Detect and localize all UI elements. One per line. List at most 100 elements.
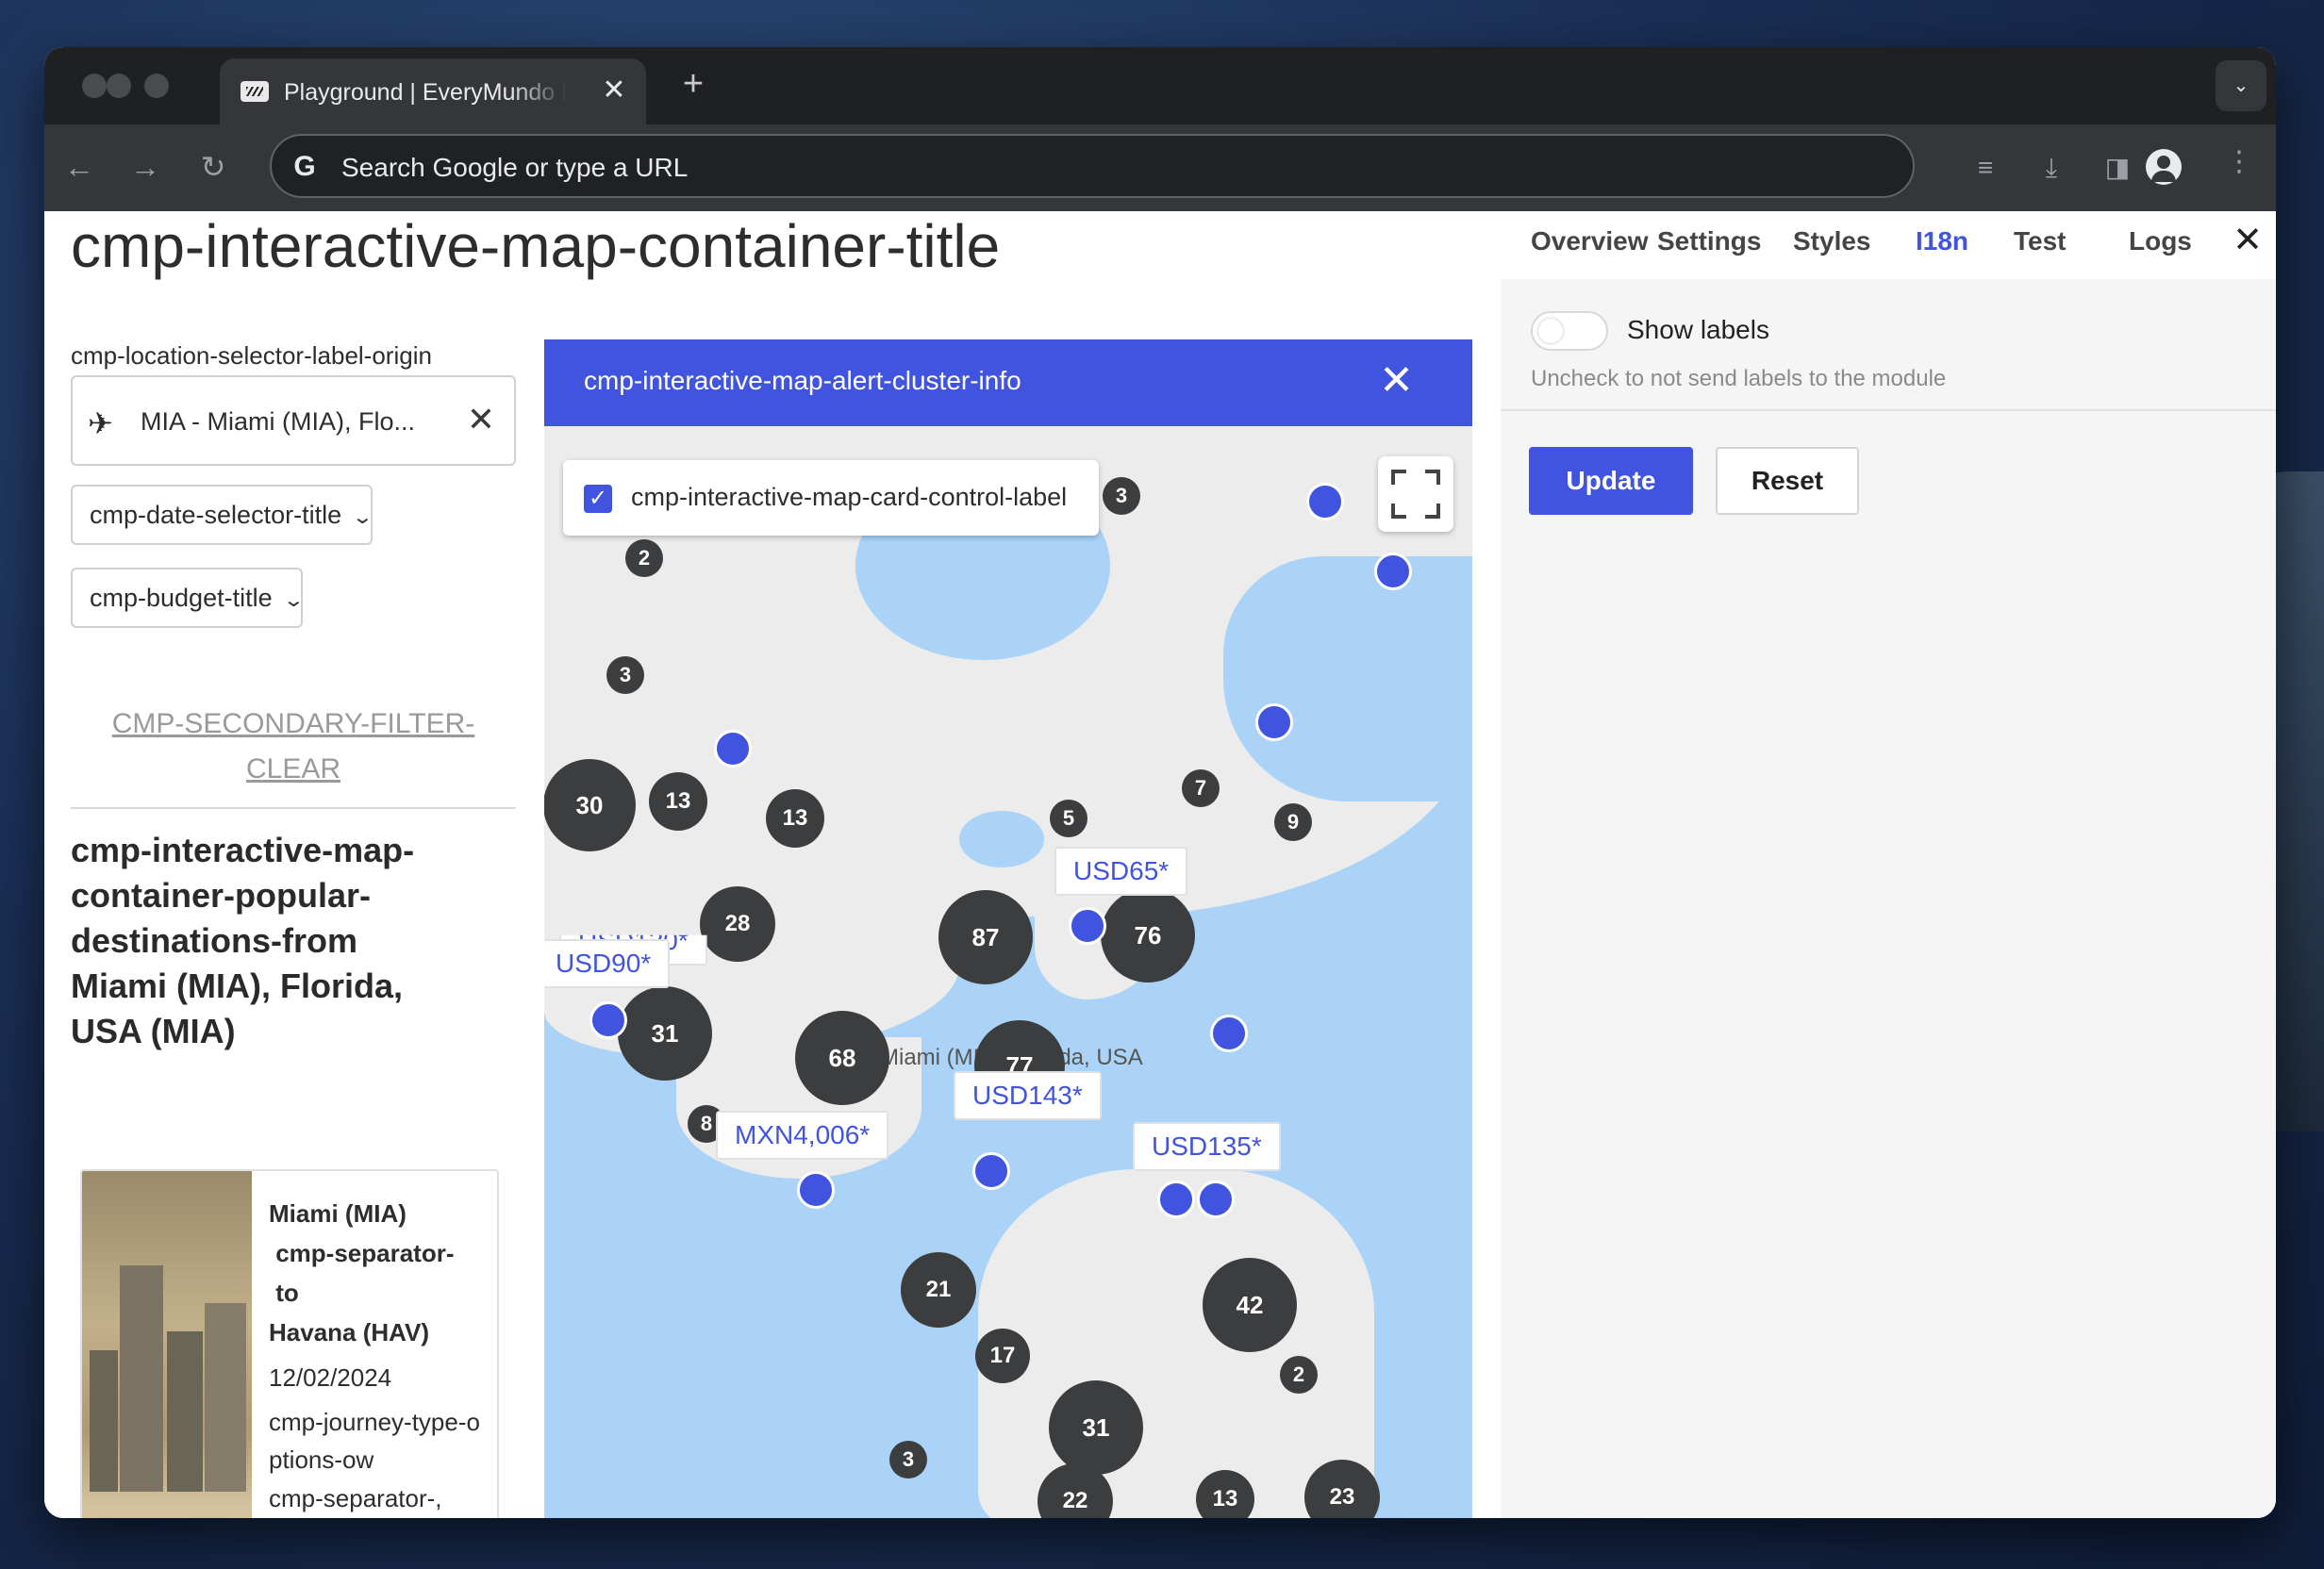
- chevron-down-icon: ⌄: [282, 590, 305, 611]
- price-label[interactable]: MXN4,006*: [716, 1111, 889, 1160]
- map-card-control[interactable]: ✓ cmp-interactive-map-card-control-label: [563, 460, 1099, 536]
- close-panel-icon[interactable]: ✕: [2233, 219, 2263, 261]
- clear-origin-icon[interactable]: ✕: [467, 400, 495, 439]
- tab-i18n[interactable]: I18n: [1916, 226, 1968, 256]
- destination-card[interactable]: Miami (MIA) cmp-separator- to Havana (HA…: [80, 1169, 499, 1518]
- reading-list-icon[interactable]: ≡: [1965, 147, 2006, 189]
- card-origin: Miami (MIA): [269, 1199, 407, 1228]
- tab-overview[interactable]: Overview: [1531, 226, 1649, 256]
- page-title: cmp-interactive-map-container-title: [71, 212, 1001, 280]
- panel-tabs: Overview Settings Styles I18n Test Logs …: [1501, 211, 2276, 279]
- cluster-info-alert: cmp-interactive-map-alert-cluster-info ✕: [544, 339, 1472, 426]
- price-label[interactable]: USD65*: [1054, 847, 1188, 896]
- secondary-clear-line1: CMP-SECONDARY-FILTER-: [111, 708, 475, 739]
- map-cluster[interactable]: 13: [649, 772, 707, 831]
- map-cluster[interactable]: 31: [618, 986, 712, 1081]
- browser-toolbar: ← → ↻ G Search Google or type a URL ≡ ⤓ …: [44, 124, 2276, 211]
- page-content: cmp-interactive-map-container-title cmp-…: [44, 211, 2276, 1518]
- tab-close-icon[interactable]: ✕: [597, 74, 631, 107]
- show-labels-setting: Show labels Uncheck to not send labels t…: [1501, 279, 2276, 411]
- tab-logs[interactable]: Logs: [2129, 226, 2192, 256]
- destination-pin[interactable]: [1255, 703, 1293, 741]
- destination-pin[interactable]: [589, 1001, 627, 1039]
- map-cluster[interactable]: 68: [795, 1011, 889, 1105]
- tab-test[interactable]: Test: [2014, 226, 2067, 256]
- map-cluster[interactable]: 3: [889, 1441, 927, 1478]
- card-date: 12/02/2024: [269, 1363, 392, 1392]
- destination-pin[interactable]: [972, 1152, 1010, 1190]
- map-cluster[interactable]: 2: [1280, 1356, 1318, 1394]
- budget-label: cmp-budget-title: [90, 584, 273, 612]
- fullscreen-icon: [1391, 470, 1406, 485]
- filters-panel: cmp-location-selector-label-origin ✈ MIA…: [71, 341, 516, 1518]
- destination-pin[interactable]: [1069, 907, 1106, 945]
- budget-dropdown[interactable]: cmp-budget-title ⌄: [71, 568, 305, 628]
- show-labels-help: Uncheck to not send labels to the module: [1531, 366, 1947, 391]
- card-destination: Havana (HAV): [269, 1318, 430, 1346]
- origin-input[interactable]: ✈ MIA - Miami (MIA), Flo... ✕: [71, 375, 516, 466]
- map-cluster[interactable]: 13: [766, 789, 824, 848]
- tab-search-button[interactable]: ⌄: [2216, 60, 2266, 111]
- date-selector-dropdown[interactable]: cmp-date-selector-title ⌄: [71, 485, 374, 545]
- destination-pin[interactable]: [1210, 1015, 1248, 1052]
- reset-button[interactable]: Reset: [1716, 447, 1859, 515]
- tab-playground[interactable]: Playground | EveryMundo Dev ✕: [220, 58, 646, 124]
- reload-icon[interactable]: ↻: [191, 145, 235, 189]
- new-tab-button[interactable]: +: [674, 64, 712, 105]
- maximize-window-button[interactable]: [144, 74, 169, 98]
- map-cluster[interactable]: 87: [938, 890, 1033, 984]
- popular-line: destinations-from: [71, 921, 358, 960]
- close-window-button[interactable]: [82, 74, 107, 98]
- back-icon[interactable]: ←: [58, 145, 101, 189]
- address-bar[interactable]: G Search Google or type a URL: [270, 134, 1915, 198]
- download-icon[interactable]: ⤓: [2031, 147, 2072, 189]
- map-cluster[interactable]: 2: [625, 539, 663, 577]
- secondary-filter-clear-link[interactable]: CMP-SECONDARY-FILTER- CLEAR: [71, 702, 516, 792]
- minimize-window-button[interactable]: [107, 74, 131, 98]
- destination-pin[interactable]: [797, 1171, 835, 1209]
- price-label[interactable]: USD143*: [954, 1071, 1102, 1120]
- map-cluster[interactable]: 3: [606, 656, 644, 694]
- map-cluster[interactable]: 7: [1182, 769, 1220, 807]
- card-control-label: cmp-interactive-map-card-control-label: [631, 483, 1068, 511]
- side-panel-icon[interactable]: ◨: [2097, 147, 2138, 189]
- destination-pin[interactable]: [714, 730, 752, 768]
- popular-line: cmp-interactive-map-: [71, 831, 415, 869]
- map-cluster[interactable]: 21: [901, 1252, 976, 1328]
- alert-text: cmp-interactive-map-alert-cluster-info: [584, 366, 1021, 395]
- popular-line: container-popular-: [71, 876, 372, 915]
- map-cluster[interactable]: 31: [1049, 1380, 1143, 1475]
- interactive-map[interactable]: cmp-interactive-map-alert-cluster-info ✕…: [544, 339, 1472, 1518]
- map-cluster[interactable]: 30: [544, 759, 636, 851]
- map-cluster[interactable]: 76: [1101, 888, 1195, 983]
- destination-pin[interactable]: [1306, 483, 1344, 520]
- card-separator-2: cmp-separator-,: [269, 1484, 442, 1512]
- settings-panel: Overview Settings Styles I18n Test Logs …: [1501, 211, 2276, 1518]
- browser-menu-icon[interactable]: ⋮: [2225, 145, 2253, 178]
- address-bar-placeholder: Search Google or type a URL: [341, 153, 689, 182]
- price-label[interactable]: USD90*: [544, 939, 671, 988]
- destination-pin[interactable]: [1157, 1181, 1195, 1218]
- show-labels-toggle[interactable]: [1531, 311, 1608, 351]
- tab-styles[interactable]: Styles: [1793, 226, 1871, 256]
- profile-avatar-icon[interactable]: [2146, 149, 2182, 185]
- plane-departure-icon: ✈: [88, 406, 113, 440]
- price-label[interactable]: USD135*: [1133, 1122, 1281, 1171]
- map-cluster[interactable]: 5: [1050, 800, 1087, 837]
- map-cluster[interactable]: 9: [1274, 803, 1312, 841]
- card-journey-type: cmp-journey-type-options-ow: [269, 1408, 480, 1474]
- tab-settings[interactable]: Settings: [1657, 226, 1761, 256]
- alert-close-icon[interactable]: ✕: [1379, 358, 1414, 404]
- map-cluster[interactable]: 28: [700, 886, 775, 962]
- card-control-checkbox[interactable]: ✓: [584, 485, 612, 513]
- map-cluster[interactable]: 42: [1203, 1258, 1297, 1352]
- map-cluster[interactable]: 17: [975, 1329, 1030, 1383]
- map-cluster[interactable]: 3: [1103, 477, 1140, 515]
- forward-icon[interactable]: →: [124, 145, 167, 189]
- destination-pin[interactable]: [1197, 1181, 1235, 1218]
- popular-destinations-heading: cmp-interactive-map- container-popular- …: [71, 828, 516, 1054]
- fullscreen-button[interactable]: [1378, 456, 1453, 532]
- update-button[interactable]: Update: [1529, 447, 1693, 515]
- card-separator: cmp-separator-: [269, 1239, 455, 1267]
- destination-pin[interactable]: [1374, 553, 1412, 590]
